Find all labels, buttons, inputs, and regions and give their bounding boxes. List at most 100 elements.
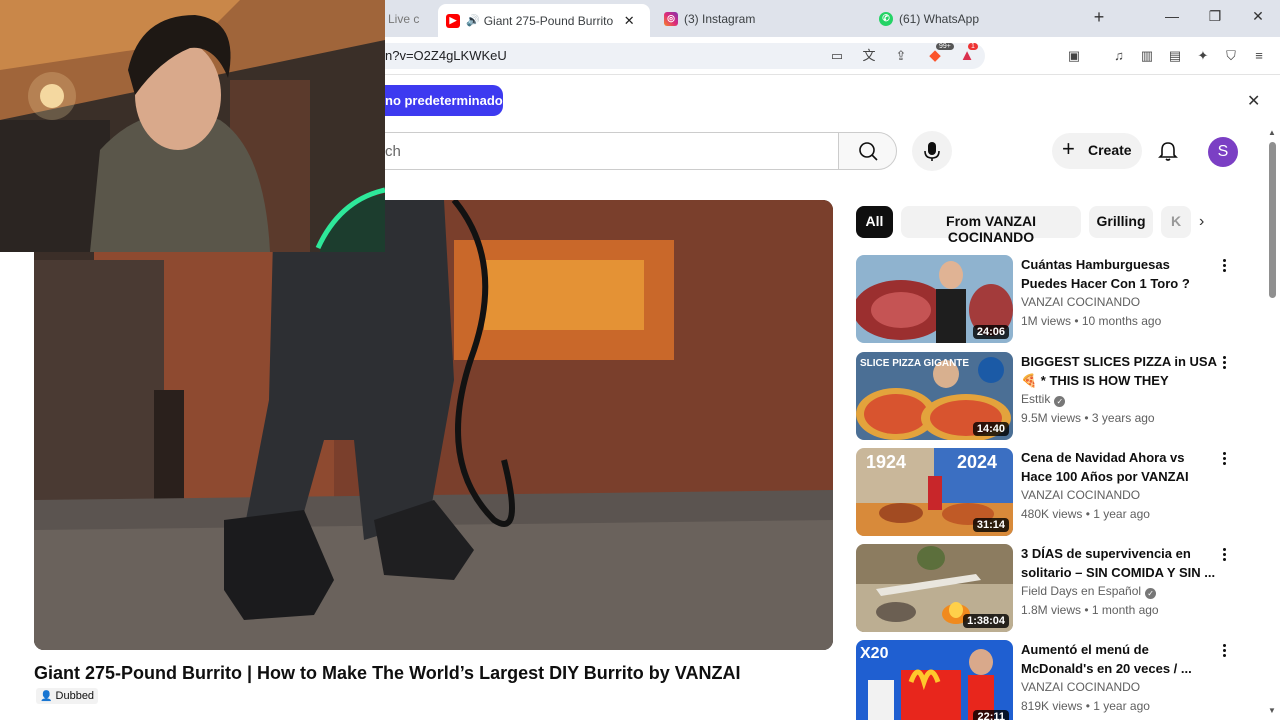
sidebar-icon[interactable]: ▥ xyxy=(1138,47,1156,65)
chip-all[interactable]: All xyxy=(856,206,893,238)
video-player[interactable] xyxy=(34,200,833,650)
media-icon[interactable]: ♫ xyxy=(1110,47,1128,65)
set-default-button[interactable]: no predeterminado xyxy=(385,85,503,116)
set-default-label: no predeterminado xyxy=(385,93,503,108)
whatsapp-favicon-icon: ✆ xyxy=(879,11,893,26)
recommendation-title[interactable]: Cena de Navidad Ahora vs Hace 100 Años p… xyxy=(1021,448,1217,486)
microphone-icon xyxy=(924,142,940,161)
leo-ai-icon[interactable]: ✦ xyxy=(1194,47,1212,65)
tab-instagram[interactable]: ◎ (3) Instagram xyxy=(664,6,755,31)
maximize-icon[interactable]: ❐ xyxy=(1205,8,1225,25)
video-thumbnail[interactable]: 1924 2024 31:14 xyxy=(856,448,1013,536)
search-button[interactable] xyxy=(838,132,897,170)
thumbnail-text: SLICE PIZZA GIGANTE xyxy=(860,358,969,369)
verified-icon: ✓ xyxy=(1054,396,1066,407)
chip-grilling[interactable]: Grilling xyxy=(1089,206,1153,238)
instagram-favicon-icon: ◎ xyxy=(664,11,678,26)
recommendation-meta: 1M views • 10 months ago xyxy=(1021,314,1162,328)
duration-badge: 14:40 xyxy=(972,422,1009,436)
browser-window: Live c ▶ 🔊 Giant 275-Pound Burrito | ✕ ◎… xyxy=(0,0,1280,720)
chevron-right-icon[interactable]: › xyxy=(1199,213,1204,231)
recommendation-item[interactable]: 1924 2024 31:14 Cena de Navidad Ahora vs… xyxy=(856,448,1256,536)
duration-badge: 22:11 xyxy=(973,710,1009,720)
tab-close-icon[interactable]: ✕ xyxy=(624,13,635,29)
recommendation-title[interactable]: 3 DÍAS de supervivencia en solitario – S… xyxy=(1021,544,1217,582)
account-avatar[interactable]: S xyxy=(1208,137,1238,167)
more-options-icon[interactable] xyxy=(1219,257,1229,275)
recommendation-channel[interactable]: VANZAI COCINANDO xyxy=(1021,680,1140,694)
tab-whatsapp[interactable]: ✆ (61) WhatsApp xyxy=(879,6,979,31)
recommendation-item[interactable]: X20 22:11 Aumentó el menú de McDonald's … xyxy=(856,640,1256,720)
verified-icon: ✓ xyxy=(1145,588,1157,599)
recommendation-item[interactable]: SLICE PIZZA GIGANTE 14:40 BIGGEST SLICES… xyxy=(856,352,1256,440)
menu-icon[interactable]: ≡ xyxy=(1250,47,1268,65)
recommendation-channel[interactable]: Field Days en Español ✓ xyxy=(1021,584,1157,599)
channel-name: VANZAI COCINANDO xyxy=(1021,488,1141,502)
cast-icon[interactable]: ▭ xyxy=(828,47,846,65)
tab-title: Live c xyxy=(388,11,420,26)
tab-title: (61) WhatsApp xyxy=(899,11,980,26)
video-thumbnail[interactable]: SLICE PIZZA GIGANTE 14:40 xyxy=(856,352,1013,440)
recommendation-channel[interactable]: VANZAI COCINANDO xyxy=(1021,488,1140,502)
video-thumbnail[interactable]: 1:38:04 xyxy=(856,544,1013,632)
avatar-letter: S xyxy=(1217,143,1229,160)
close-window-icon[interactable]: ✕ xyxy=(1248,8,1268,25)
recommendation-meta: 9.5M views • 3 years ago xyxy=(1021,411,1155,425)
create-button[interactable]: + Create xyxy=(1052,133,1142,169)
recommendation-title[interactable]: BIGGEST SLICES PIZZA in USA 🍕 * THIS IS … xyxy=(1021,352,1217,390)
more-options-icon[interactable] xyxy=(1219,642,1229,660)
recommendation-meta: 480K views • 1 year ago xyxy=(1021,507,1150,521)
search-placeholder: ch xyxy=(385,143,401,160)
recommendation-channel[interactable]: Esttik ✓ xyxy=(1021,392,1066,407)
more-options-icon[interactable] xyxy=(1219,546,1229,564)
dubbed-badge: 👤 Dubbed xyxy=(36,688,99,704)
minimize-icon[interactable]: — xyxy=(1162,8,1182,24)
wallet-icon[interactable]: ▤ xyxy=(1166,47,1184,65)
video-frame xyxy=(34,200,833,650)
tab-title: (3) Instagram xyxy=(684,11,756,26)
share-icon[interactable]: ⇪ xyxy=(892,47,910,65)
dubbed-label: Dubbed xyxy=(55,690,95,702)
voice-search-button[interactable] xyxy=(912,131,952,171)
recommendation-title[interactable]: Aumentó el menú de McDonald's en 20 vece… xyxy=(1021,640,1217,678)
more-options-icon[interactable] xyxy=(1219,450,1229,468)
channel-name: Field Days en Español xyxy=(1021,584,1142,598)
notifications-bell-icon[interactable] xyxy=(1157,140,1179,162)
tab-live[interactable]: Live c xyxy=(388,6,419,31)
tab-youtube[interactable]: ▶ 🔊 Giant 275-Pound Burrito | ✕ xyxy=(438,4,650,37)
thumbnail-image: X20 xyxy=(856,640,1013,720)
search-icon xyxy=(859,142,878,161)
recommendation-channel[interactable]: VANZAI COCINANDO xyxy=(1021,295,1140,309)
webcam-overlay xyxy=(0,0,385,252)
thumbnail-text: 1924 xyxy=(866,452,906,472)
recommendation-meta: 1.8M views • 1 month ago xyxy=(1021,603,1159,617)
reader-mode-icon[interactable]: ▣ xyxy=(1065,47,1083,65)
scroll-down-icon[interactable]: ▼ xyxy=(1268,706,1276,715)
channel-name: Esttik xyxy=(1021,392,1051,406)
brave-badge: 99+ xyxy=(936,43,954,50)
video-thumbnail[interactable]: X20 22:11 xyxy=(856,640,1013,720)
vpn-icon[interactable]: ⛉ xyxy=(1222,47,1240,65)
duration-badge: 1:38:04 xyxy=(963,614,1009,628)
dubbed-icon: 👤 xyxy=(40,691,53,702)
video-thumbnail[interactable]: 24:06 xyxy=(856,255,1013,343)
youtube-favicon-icon: ▶ xyxy=(446,13,460,28)
scrollbar-thumb[interactable] xyxy=(1269,142,1276,298)
duration-badge: 31:14 xyxy=(972,518,1009,532)
search-input[interactable]: ch xyxy=(385,132,839,170)
webcam-image xyxy=(0,0,385,252)
new-tab-icon[interactable]: + xyxy=(1089,7,1109,28)
recommendation-meta: 819K views • 1 year ago xyxy=(1021,699,1150,713)
duration-badge: 24:06 xyxy=(972,325,1009,339)
chip-partial[interactable]: K xyxy=(1161,206,1191,238)
recommendation-item[interactable]: 1:38:04 3 DÍAS de supervivencia en solit… xyxy=(856,544,1256,632)
recommendation-title[interactable]: Cuántas Hamburguesas Puedes Hacer Con 1 … xyxy=(1021,255,1217,293)
rewards-badge: 1 xyxy=(968,43,978,50)
translate-icon[interactable]: 文 xyxy=(860,47,878,65)
plus-icon: + xyxy=(1062,136,1075,161)
more-options-icon[interactable] xyxy=(1219,354,1229,372)
recommendation-item[interactable]: 24:06 Cuántas Hamburguesas Puedes Hacer … xyxy=(856,255,1256,343)
chip-from-channel[interactable]: From VANZAI COCINANDO xyxy=(901,206,1081,245)
scroll-up-icon[interactable]: ▲ xyxy=(1268,128,1276,137)
banner-close-icon[interactable]: ✕ xyxy=(1247,91,1260,111)
